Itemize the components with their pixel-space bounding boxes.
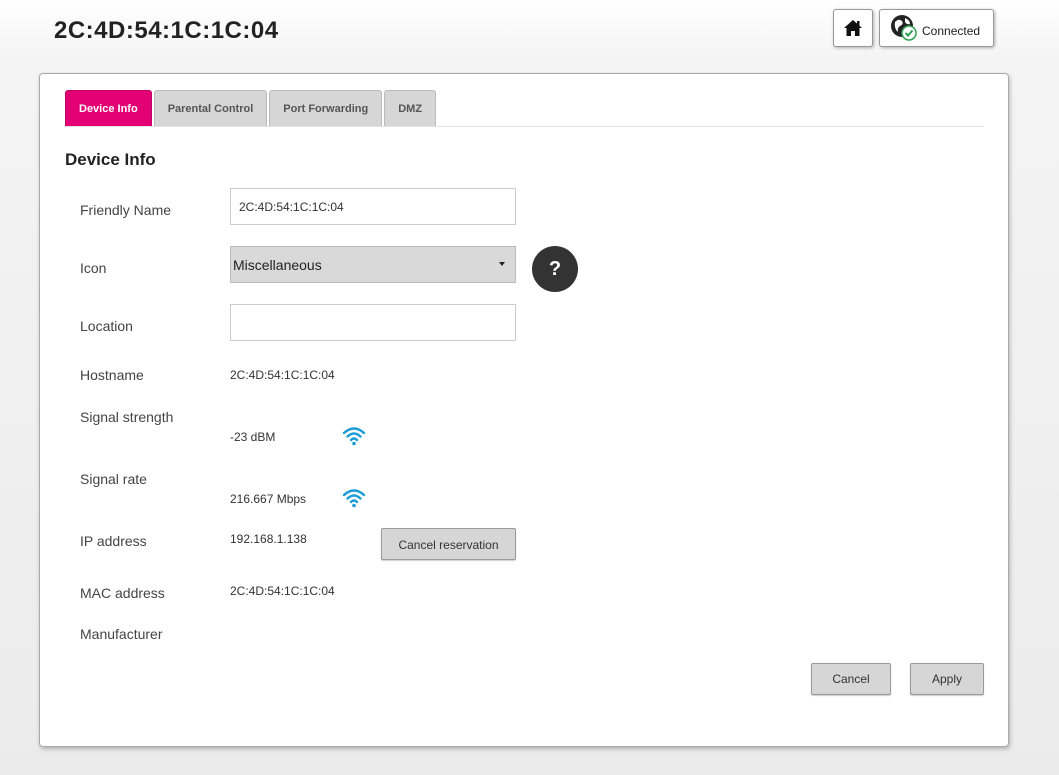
icon-select[interactable]: Miscellaneous [230,246,516,283]
connection-status-label: Connected [922,24,981,38]
home-button[interactable] [833,9,873,47]
signal-rate-value: 216.667 Mbps [230,492,307,506]
tab-device-info[interactable]: Device Info [65,90,152,126]
hostname-label: Hostname [80,367,144,383]
wifi-icon [342,427,366,446]
tab-port-forwarding[interactable]: Port Forwarding [269,90,383,126]
icon-label: Icon [80,260,107,276]
signal-strength-label: Signal strength [80,409,174,425]
home-icon [844,20,862,36]
friendly-name-label: Friendly Name [80,202,172,218]
cancel-button[interactable]: Cancel [811,663,891,695]
caret-down-icon [499,262,505,266]
icon-select-value: Miscellaneous [233,256,322,273]
hostname-value: 2C:4D:54:1C:1C:04 [230,368,335,382]
wifi-icon [342,489,366,508]
signal-rate-label: Signal rate [80,471,147,487]
ip-address-value: 192.168.1.138 [230,532,307,546]
signal-strength-value: -23 dBM [230,430,276,444]
location-input[interactable] [230,304,516,341]
help-button[interactable]: ? [532,246,578,292]
device-panel: Device Info Parental Control Port Forwar… [39,73,1009,747]
ip-address-label: IP address [80,533,147,549]
tab-bar: Device Info Parental Control Port Forwar… [65,90,437,126]
friendly-name-input[interactable] [230,188,516,225]
cancel-reservation-button[interactable]: Cancel reservation [381,528,516,560]
tab-divider [65,126,984,127]
page-title: 2C:4D:54:1C:1C:04 [54,17,279,44]
tab-dmz[interactable]: DMZ [384,90,437,126]
manufacturer-label: Manufacturer [80,626,163,642]
section-title: Device Info [65,150,156,169]
location-label: Location [80,318,133,334]
apply-button[interactable]: Apply [910,663,984,695]
globe-check-icon [891,15,917,41]
mac-address-value: 2C:4D:54:1C:1C:04 [230,584,335,598]
mac-address-label: MAC address [80,585,165,601]
connection-status-button[interactable]: Connected [879,9,994,47]
tab-parental-control[interactable]: Parental Control [153,90,268,126]
